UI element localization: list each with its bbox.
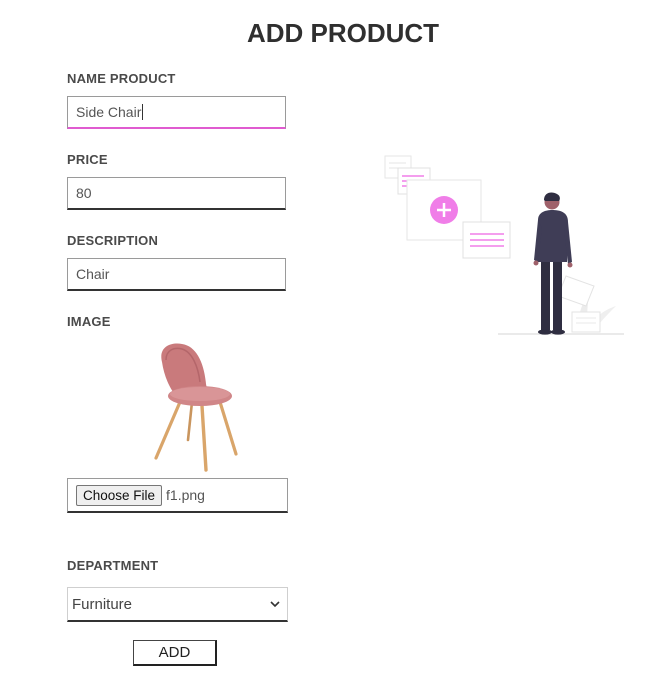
add-product-page: ADD PRODUCT NAME PRODUCT Side Chair PRIC… <box>0 0 664 686</box>
department-label: DEPARTMENT <box>67 558 159 573</box>
description-input[interactable]: Chair <box>67 258 286 291</box>
image-file-input[interactable]: Choose File f1.png <box>67 478 288 513</box>
chevron-down-icon <box>270 601 280 608</box>
add-button[interactable]: ADD <box>133 640 217 666</box>
price-input[interactable]: 80 <box>67 177 286 210</box>
name-product-input[interactable]: Side Chair <box>67 96 286 129</box>
name-product-label: NAME PRODUCT <box>67 71 176 86</box>
chair-preview-image <box>154 343 238 472</box>
choose-file-button[interactable]: Choose File <box>76 484 163 506</box>
description-value: Chair <box>76 266 110 282</box>
text-caret <box>142 104 144 120</box>
page-title: ADD PRODUCT <box>246 18 440 48</box>
price-value: 80 <box>76 185 92 201</box>
description-label: DESCRIPTION <box>67 233 159 248</box>
chosen-file-name: f1.png <box>166 487 205 503</box>
department-select[interactable]: Furniture <box>67 587 288 622</box>
image-label: IMAGE <box>67 314 111 329</box>
department-selected-value: Furniture <box>72 595 133 613</box>
name-product-value: Side Chair <box>76 104 142 120</box>
add-document-illustration <box>384 155 624 335</box>
price-label: PRICE <box>67 152 108 167</box>
